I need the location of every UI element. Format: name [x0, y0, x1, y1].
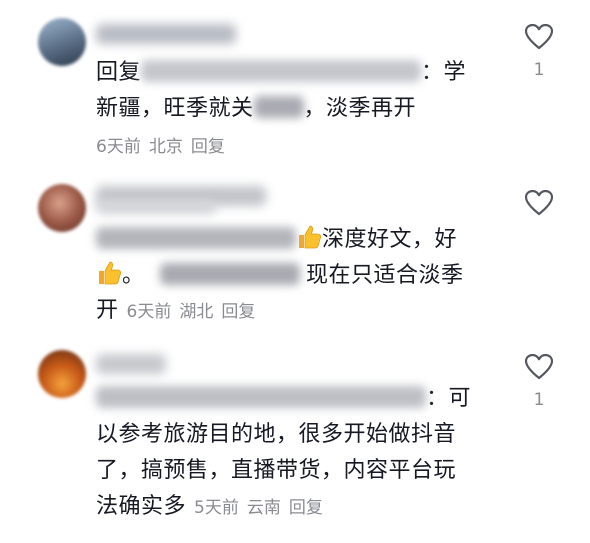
heart-outline-icon — [525, 24, 553, 50]
comment-text: 以参考旅游目的地，很多开始做抖音 — [96, 420, 456, 450]
heart-outline-icon — [525, 354, 553, 380]
text-fragment: 了，搞预售，直播带货，内容平台玩 — [96, 458, 457, 483]
comment-location: 北京 — [148, 137, 183, 157]
blurred-mention — [141, 60, 422, 82]
blurred-text — [96, 227, 296, 249]
comment-text: 回复 ：学 — [96, 58, 466, 88]
comment-text: 了，搞预售，直播带货，内容平台玩 — [96, 456, 456, 486]
colon: ： — [426, 386, 449, 411]
text-fragment: 新疆，旺季就关 — [96, 96, 254, 121]
avatar[interactable] — [38, 350, 86, 398]
text-fragment: 。 — [122, 263, 145, 288]
text-fragment: 现在只适合淡季 — [306, 263, 464, 288]
comment-text: 法确实多 5天前 云南 回复 — [96, 492, 323, 523]
comment-time: 6天前 — [96, 137, 141, 157]
heart-outline-icon — [525, 190, 553, 216]
username-blurred[interactable] — [96, 24, 236, 44]
comment-location: 湖北 — [179, 302, 214, 322]
comment-text: 深度好文，好 — [96, 224, 457, 255]
like-button[interactable] — [524, 190, 554, 226]
reply-button[interactable]: 回复 — [221, 302, 255, 322]
comment-list: 回复 ：学 新疆，旺季就关 ，淡季再开 6天前 北京 回复 1 深度好文，好 。 现在只… — [0, 0, 590, 543]
text-fragment: 可 — [448, 386, 472, 411]
like-button[interactable]: 1 — [524, 24, 554, 80]
reply-button[interactable]: 回复 — [191, 137, 225, 157]
comment-location: 云南 — [246, 498, 281, 518]
comment-text: 。 现在只适合淡季 — [96, 260, 464, 291]
like-button[interactable]: 1 — [524, 354, 554, 410]
text-fragment: 开 — [96, 298, 119, 323]
text-fragment: 学 — [443, 60, 467, 85]
comment-time: 6天前 — [126, 302, 172, 322]
like-count: 1 — [533, 60, 545, 80]
blurred-mention — [96, 386, 426, 408]
text-fragment: 法确实多 — [96, 494, 187, 519]
thumbs-up-emoji-icon — [296, 224, 322, 250]
comment-time: 5天前 — [194, 498, 239, 518]
comment-text: ：可 — [96, 384, 471, 414]
reply-prefix: 回复 — [96, 60, 142, 85]
like-count: 1 — [533, 390, 545, 410]
comment-meta: 6天前 北京 回复 — [96, 132, 225, 162]
avatar[interactable] — [38, 18, 86, 66]
comment-text: 新疆，旺季就关 ，淡季再开 — [96, 94, 416, 124]
comment-item: 深度好文，好 。 现在只适合淡季 开 6天前 湖北 回复 — [0, 170, 590, 340]
username-blurred[interactable] — [96, 354, 166, 374]
text-fragment: 深度好文，好 — [322, 227, 458, 252]
colon: ： — [421, 60, 444, 85]
comment-text: 开 6天前 湖北 回复 — [96, 296, 255, 327]
comment-item: ：可 以参考旅游目的地，很多开始做抖音 了，搞预售，直播带货，内容平台玩 法确实… — [0, 340, 590, 543]
avatar[interactable] — [38, 184, 86, 232]
text-fragment: 以参考旅游目的地，很多开始做抖音 — [96, 422, 457, 447]
text-fragment: ，淡季再开 — [303, 96, 417, 121]
reply-button[interactable]: 回复 — [289, 498, 323, 518]
blurred-text — [160, 263, 301, 285]
username-blurred-secondary — [96, 200, 216, 214]
comment-item: 回复 ：学 新疆，旺季就关 ，淡季再开 6天前 北京 回复 1 — [0, 0, 590, 170]
thumbs-up-emoji-icon — [96, 260, 122, 286]
blurred-text — [253, 96, 304, 118]
